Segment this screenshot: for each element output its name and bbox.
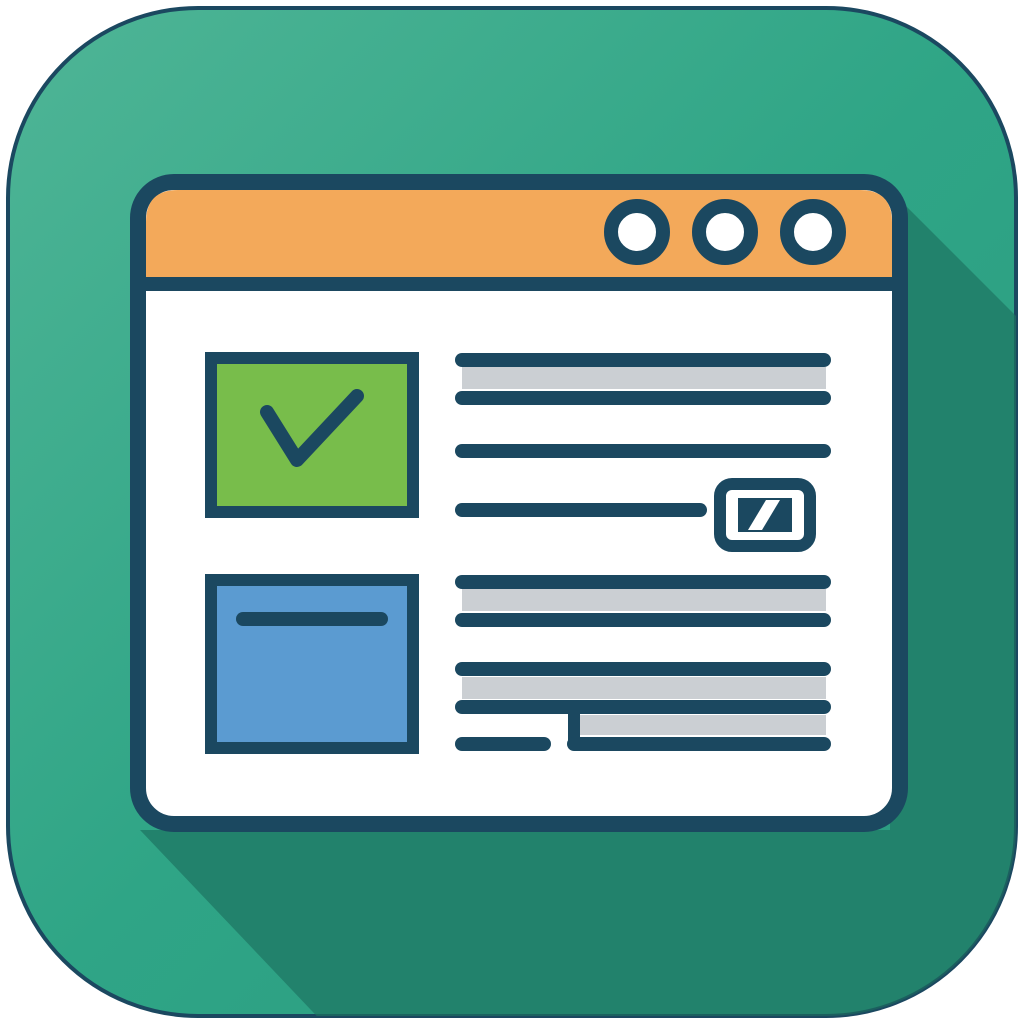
- app-icon: [6, 6, 1018, 1018]
- highlight-band: [578, 715, 826, 735]
- window-control-dot-2[interactable]: [692, 199, 758, 265]
- highlight-band: [462, 589, 826, 611]
- edit-badge[interactable]: [714, 478, 816, 552]
- title-bar: [146, 190, 892, 280]
- highlight-band: [462, 367, 826, 389]
- blue-box-card[interactable]: [205, 574, 419, 754]
- window-control-dot-1[interactable]: [604, 199, 670, 265]
- check-box-card[interactable]: [205, 352, 419, 518]
- window-control-dot-3[interactable]: [780, 199, 846, 265]
- highlight-band: [462, 677, 826, 699]
